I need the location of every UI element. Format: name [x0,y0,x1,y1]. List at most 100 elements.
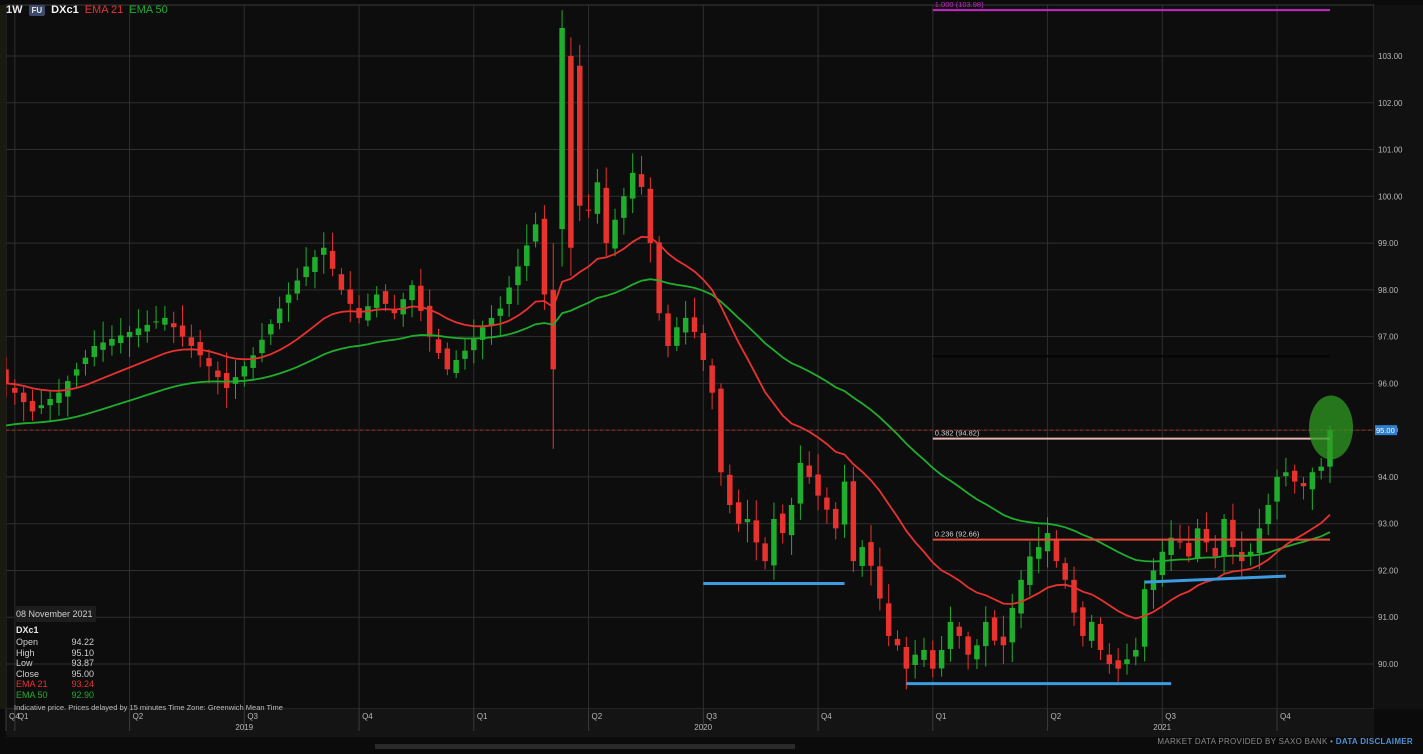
candle-body[interactable] [82,357,89,365]
candle-body[interactable] [241,366,248,377]
candle-body[interactable] [170,323,177,328]
candle-body[interactable] [1071,579,1077,613]
candle-body[interactable] [56,392,62,403]
candle-body[interactable] [347,289,353,304]
candle-body[interactable] [1141,589,1148,647]
candle-body[interactable] [1309,472,1316,490]
candle-body[interactable] [197,342,203,356]
candle-body[interactable] [382,291,389,304]
candle-body[interactable] [603,187,609,244]
candle-body[interactable] [1115,660,1121,669]
candle-body[interactable] [841,481,848,525]
candle-body[interactable] [797,462,804,504]
candle-body[interactable] [1027,556,1033,585]
candle-body[interactable] [1212,547,1218,557]
candle-body[interactable] [594,182,601,214]
candle-body[interactable] [1159,551,1166,576]
candle-body[interactable] [1318,466,1324,471]
candle-body[interactable] [1124,659,1130,665]
candle-body[interactable] [700,333,707,360]
candle-body[interactable] [638,174,645,187]
candle-body[interactable] [47,398,53,406]
candle-body[interactable] [1291,470,1298,482]
candle-body[interactable] [656,242,662,314]
candle-body[interactable] [100,342,106,350]
candle-body[interactable] [868,542,874,566]
candle-body[interactable] [29,401,36,412]
candle-body[interactable] [1230,519,1236,548]
candle-body[interactable] [1106,654,1113,664]
candle-body[interactable] [691,317,698,332]
candle-body[interactable] [647,188,654,244]
candle-body[interactable] [356,308,362,318]
candle-body[interactable] [250,355,256,368]
candle-body[interactable] [974,645,980,660]
candle-body[interactable] [965,636,971,655]
candle-body[interactable] [709,365,715,393]
candle-body[interactable] [162,317,168,325]
candle-body[interactable] [338,274,345,290]
symbol-label[interactable]: DXc1 [51,4,79,16]
candle-body[interactable] [12,387,18,393]
candle-body[interactable] [559,27,565,230]
candle-body[interactable] [268,324,274,335]
candle-body[interactable] [612,219,618,249]
candle-body[interactable] [665,313,671,346]
candle-body[interactable] [1062,563,1068,580]
candle-body[interactable] [91,345,98,358]
candle-body[interactable] [153,321,159,323]
price-chart[interactable]: 90.00 91.00 92.00 93.00 94.00 95.00 96.00 97.00… [0,0,1423,749]
candle-body[interactable] [453,360,459,374]
candle-body[interactable] [188,337,195,346]
candle-body[interactable] [312,257,318,273]
candle-body[interactable] [832,508,839,529]
candle-body[interactable] [515,266,521,286]
ema21-legend[interactable]: EMA 21 [85,4,124,16]
candle-body[interactable] [621,196,627,218]
candle-body[interactable] [329,250,336,269]
candle-body[interactable] [903,647,910,669]
candle-body[interactable] [488,317,495,326]
candle-body[interactable] [541,218,548,295]
candle-body[interactable] [780,513,786,534]
candle-body[interactable] [20,392,27,403]
candle-body[interactable] [471,338,477,351]
candle-body[interactable] [1009,607,1015,643]
candle-body[interactable] [321,247,327,255]
candle-body[interactable] [1018,579,1024,614]
candle-body[interactable] [824,497,830,510]
candle-body[interactable] [568,56,574,248]
candle-body[interactable] [938,649,945,669]
chart-svg[interactable]: 90.00 91.00 92.00 93.00 94.00 95.00 96.00 97.00… [0,0,1423,749]
candle-body[interactable] [73,369,80,376]
candle-body[interactable] [1283,472,1289,477]
candle-body[interactable] [1300,483,1307,487]
candle-body[interactable] [1053,538,1060,562]
timeframe-label[interactable]: 1W [6,4,23,16]
candle-body[interactable] [885,603,892,636]
candle-body[interactable] [674,327,680,346]
candle-body[interactable] [1265,504,1271,525]
candle-body[interactable] [930,650,936,669]
candle-body[interactable] [223,372,230,389]
candle-body[interactable] [735,502,742,524]
candle-body[interactable] [435,339,442,353]
candle-body[interactable] [991,617,998,641]
candle-body[interactable] [850,481,857,562]
candle-body[interactable] [38,405,45,409]
candle-body[interactable] [788,504,795,536]
candle-body[interactable] [215,370,221,378]
candle-body[interactable] [206,358,212,367]
candle-body[interactable] [1088,621,1095,641]
candle-body[interactable] [365,306,371,321]
data-disclaimer-link[interactable]: DATA DISCLAIMER [1336,737,1413,746]
candle-body[interactable] [585,209,592,211]
candle-body[interactable] [444,348,451,370]
candle-body[interactable] [532,224,539,242]
candle-body[interactable] [373,294,380,308]
candle-body[interactable] [109,338,115,346]
horizontal-scrollbar[interactable] [375,744,795,749]
candle-body[interactable] [956,626,963,636]
candle-body[interactable] [727,474,733,505]
candle-body[interactable] [753,520,760,543]
